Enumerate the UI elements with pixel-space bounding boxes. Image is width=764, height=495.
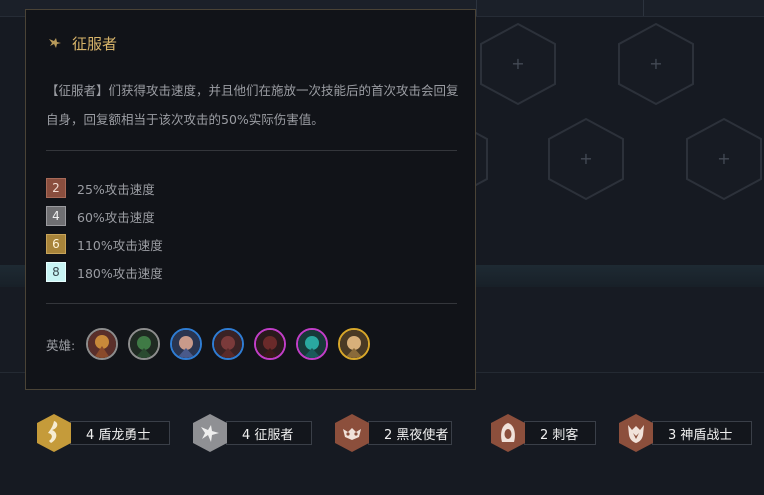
shield-warrior-icon: [619, 414, 653, 452]
empty-hex-slot[interactable]: +: [616, 22, 696, 106]
empty-hex-slot[interactable]: +: [546, 117, 626, 201]
tier-row: 8 180%攻击速度: [46, 258, 163, 286]
conqueror-icon: [49, 38, 61, 48]
trait-label: 2 黑夜使者: [368, 421, 452, 445]
tooltip-description: 【征服者】们获得攻击速度，并且他们在施放一次技能后的首次攻击会回复自身，回复额相…: [46, 83, 459, 127]
tier-row: 6 110%攻击速度: [46, 230, 163, 258]
trait-aegis[interactable]: 3 神盾战士: [618, 413, 752, 453]
divider: [46, 303, 457, 304]
tier-badge: 2: [46, 178, 66, 198]
tier-row: 2 25%攻击速度: [46, 174, 163, 202]
svg-text:+: +: [579, 149, 592, 168]
hero-list: 英雄:: [46, 328, 380, 360]
tier-text: 110%攻击速度: [77, 237, 163, 253]
hero-portrait[interactable]: [338, 328, 371, 360]
tooltip-header: 征服者: [47, 32, 117, 54]
svg-text:+: +: [511, 54, 524, 73]
trait-assassin[interactable]: 2 刺客: [490, 413, 596, 453]
divider: [46, 150, 457, 151]
empty-hex-slot[interactable]: +: [478, 22, 558, 106]
trait-label: 2 刺客: [524, 421, 596, 445]
tier-row: 4 60%攻击速度: [46, 202, 163, 230]
tooltip-title: 征服者: [72, 34, 118, 53]
tier-list: 2 25%攻击速度 4 60%攻击速度 6 110%攻击速度 8 180%攻击速…: [46, 174, 163, 286]
mask-icon: [335, 414, 369, 452]
empty-hex-slot[interactable]: +: [684, 117, 764, 201]
hero-portrait[interactable]: [170, 328, 203, 360]
tier-badge: 4: [46, 206, 66, 226]
trait-label: 4 盾龙勇士: [70, 421, 170, 445]
svg-text:+: +: [717, 149, 730, 168]
hero-portrait[interactable]: [254, 328, 287, 360]
trait-tooltip: 征服者 【征服者】们获得攻击速度，并且他们在施放一次技能后的首次攻击会回复自身，…: [25, 9, 476, 390]
tier-badge: 6: [46, 234, 66, 254]
tier-badge: 8: [46, 262, 66, 282]
trait-label: 4 征服者: [226, 421, 312, 445]
hood-icon: [491, 414, 525, 452]
hero-portrait[interactable]: [86, 328, 119, 360]
tier-text: 60%攻击速度: [77, 209, 155, 225]
trait-nightbringer[interactable]: 2 黑夜使者: [334, 413, 452, 453]
trait-conqueror[interactable]: 4 征服者: [192, 413, 312, 453]
hero-portrait[interactable]: [296, 328, 329, 360]
heroes-label: 英雄:: [46, 337, 76, 353]
tier-text: 180%攻击速度: [77, 265, 163, 281]
svg-text:+: +: [649, 54, 662, 73]
trait-dragon-shield[interactable]: 4 盾龙勇士: [36, 413, 170, 453]
hero-portrait[interactable]: [212, 328, 245, 360]
trait-label: 3 神盾战士: [652, 421, 752, 445]
dragon-icon: [37, 414, 71, 452]
tier-text: 25%攻击速度: [77, 181, 155, 197]
conqueror-icon: [193, 414, 227, 452]
hero-portrait[interactable]: [128, 328, 161, 360]
